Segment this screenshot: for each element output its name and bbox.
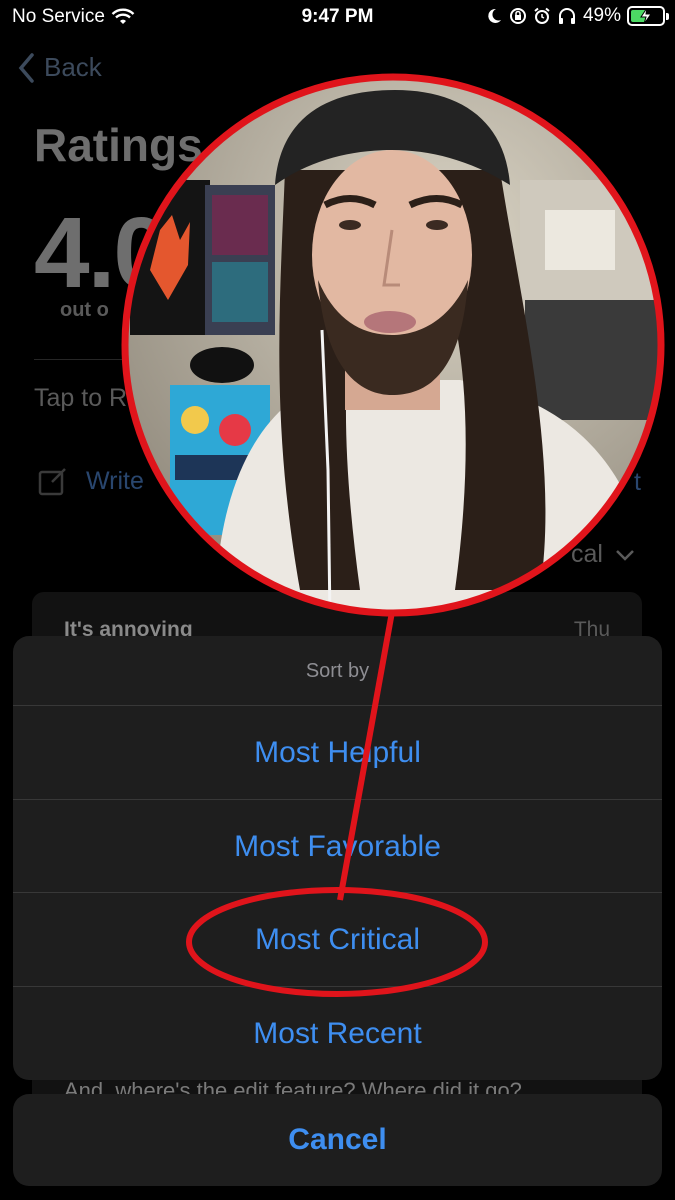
compose-icon <box>38 468 66 496</box>
back-label: Back <box>44 52 102 82</box>
back-button[interactable]: Back <box>18 52 102 83</box>
battery-icon <box>627 6 669 26</box>
option-most-critical[interactable]: Most Critical <box>13 893 662 987</box>
chevron-left-icon <box>18 52 34 83</box>
headphones-icon <box>558 8 575 24</box>
option-most-recent[interactable]: Most Recent <box>13 987 662 1081</box>
sort-value: cal <box>571 540 603 568</box>
sort-dropdown[interactable]: cal <box>571 540 635 569</box>
status-right: 49% <box>485 5 669 27</box>
alarm-icon <box>534 7 550 24</box>
average-rating: 4.0 <box>34 197 169 309</box>
cancel-button[interactable]: Cancel <box>13 1094 662 1186</box>
charging-bolt-icon <box>640 8 652 24</box>
rotation-lock-icon <box>509 8 526 24</box>
page-title: Ratings <box>34 119 203 171</box>
sort-action-sheet: Sort by Most Helpful Most Favorable Most… <box>13 636 662 1080</box>
option-most-helpful[interactable]: Most Helpful <box>13 706 662 800</box>
write-review-link[interactable]: Write <box>38 466 144 496</box>
sheet-title: Sort by <box>13 636 662 706</box>
option-most-favorable[interactable]: Most Favorable <box>13 800 662 893</box>
battery-percent: 49% <box>582 5 621 26</box>
battery-tip <box>666 13 669 20</box>
status-bar: No Service 9:47 PM 49% <box>0 0 675 36</box>
divider <box>34 359 642 360</box>
write-review-label: Write <box>86 466 144 495</box>
out-of-label: out o <box>60 299 109 321</box>
app-support-link[interactable]: t <box>634 468 641 497</box>
moon-icon <box>488 8 501 23</box>
chevron-down-icon <box>616 549 634 561</box>
tap-to-rate-label[interactable]: Tap to R <box>34 384 127 413</box>
